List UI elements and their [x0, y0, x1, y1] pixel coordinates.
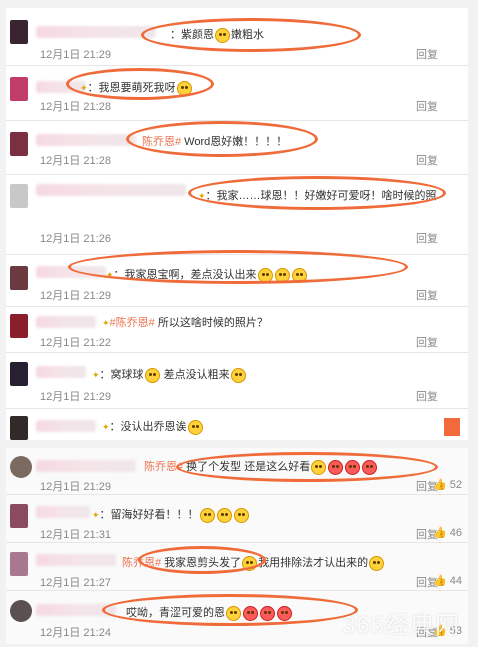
- comment-row: ✦：我恩要萌死我呀 12月1日 21:28 回复: [6, 65, 468, 121]
- thumbs-up-icon: 👍: [432, 527, 447, 539]
- reply-button[interactable]: 回复: [416, 388, 438, 404]
- emoji-icon: [230, 367, 246, 383]
- comment-time: 12月1日 21:27: [40, 577, 111, 589]
- like-count: 52: [449, 479, 462, 491]
- avatar[interactable]: [10, 456, 32, 478]
- reply-button[interactable]: 回复: [416, 287, 438, 303]
- vip-badge-icon: ✦: [92, 370, 100, 380]
- username-blurred[interactable]: [36, 316, 96, 328]
- comment-time: 12月1日 21:31: [40, 529, 111, 541]
- avatar[interactable]: [10, 20, 28, 44]
- avatar[interactable]: [10, 266, 28, 290]
- comment-row: ✦#陈乔恩# 所以这啥时候的照片？ 12月1日 21:22 回复: [6, 306, 468, 353]
- comment-text: ✦：留海好好看！！！: [92, 506, 250, 523]
- thumbs-up-icon: 👍: [432, 575, 447, 587]
- highlight-ellipse: [141, 18, 361, 52]
- highlight-ellipse: [188, 176, 446, 210]
- emoji-icon: [144, 367, 160, 383]
- username-blurred[interactable]: [36, 366, 86, 378]
- avatar[interactable]: [10, 314, 28, 338]
- avatar[interactable]: [10, 184, 28, 208]
- username-blurred[interactable]: [36, 460, 136, 472]
- thumbs-up-icon: 👍: [432, 479, 447, 491]
- avatar[interactable]: [10, 600, 32, 622]
- emoji-icon: [199, 507, 215, 523]
- highlight-ellipse: [138, 546, 266, 574]
- reply-button[interactable]: 回复: [416, 46, 438, 62]
- like-button[interactable]: 👍 44: [433, 574, 462, 587]
- comment-panel-bottom: 陈乔恩# 换了个发型 还是这么好看 12月1日 21:29 回复 👍 52 ✦：…: [6, 448, 468, 644]
- comment-text: ✦：窝球球 差点没认粗来: [92, 366, 247, 383]
- emoji-icon: [369, 555, 385, 571]
- reply-button[interactable]: 回复: [416, 334, 438, 350]
- comment-time: 12月1日 21:29: [40, 391, 111, 403]
- like-count: 46: [449, 527, 462, 539]
- comment-time: 12月1日 21:26: [40, 233, 111, 245]
- avatar[interactable]: [10, 77, 28, 101]
- emoji-icon: [187, 419, 203, 435]
- reply-button[interactable]: 回复: [416, 98, 438, 114]
- comment-text: ✦#陈乔恩# 所以这啥时候的照片？: [102, 317, 268, 329]
- username-blurred[interactable]: [36, 184, 186, 196]
- comment-row: ✦：没认出乔恩诶: [6, 408, 468, 440]
- comment-time: 12月1日 21:29: [40, 290, 111, 302]
- username-blurred[interactable]: [36, 420, 96, 432]
- username-blurred[interactable]: [36, 554, 116, 566]
- emoji-icon: [233, 507, 249, 523]
- comment-row: ✦：留海好好看！！！ 12月1日 21:31 回复 👍 46: [6, 494, 468, 543]
- vip-badge-icon: ✦: [102, 422, 110, 432]
- highlight-ellipse: [126, 121, 318, 157]
- avatar[interactable]: [10, 132, 28, 156]
- emoji-icon: [216, 507, 232, 523]
- comment-row: ✦：窝球球 差点没认粗来 12月1日 21:29 回复: [6, 352, 468, 409]
- comment-time: 12月1日 21:22: [40, 337, 111, 349]
- highlight-ellipse: [176, 452, 438, 482]
- like-button[interactable]: 👍 46: [433, 526, 462, 539]
- avatar[interactable]: [10, 504, 28, 528]
- comment-panel-top: ：紫颜恩 嫩粗水 12月1日 21:29 回复 ✦：我恩要萌死我呀 12月1日 2…: [6, 8, 468, 440]
- like-button[interactable]: 👍 52: [433, 478, 462, 491]
- comment-text: ✦：没认出乔恩诶: [102, 418, 204, 435]
- avatar[interactable]: [10, 552, 28, 576]
- highlight-ellipse: [102, 594, 358, 626]
- highlight-ellipse: [66, 68, 214, 100]
- comment-time: 12月1日 21:29: [40, 49, 111, 61]
- username-blurred[interactable]: [36, 134, 136, 146]
- comment-time: 12月1日 21:29: [40, 481, 111, 493]
- username-blurred[interactable]: [36, 506, 90, 518]
- highlight-ellipse: [68, 250, 408, 284]
- comment-time: 12月1日 21:24: [40, 627, 111, 639]
- vip-badge-icon: ✦: [92, 510, 100, 520]
- avatar[interactable]: [10, 416, 28, 440]
- username-blurred[interactable]: [36, 26, 156, 38]
- comment-time: 12月1日 21:28: [40, 155, 111, 167]
- watermark: 365经典网: [341, 612, 460, 639]
- avatar[interactable]: [10, 362, 28, 386]
- vip-badge-icon: ✦: [102, 318, 110, 328]
- scroll-marker: [444, 418, 460, 436]
- like-count: 44: [449, 575, 462, 587]
- reply-button[interactable]: 回复: [416, 230, 438, 246]
- comment-time: 12月1日 21:28: [40, 101, 111, 113]
- reply-button[interactable]: 回复: [416, 152, 438, 168]
